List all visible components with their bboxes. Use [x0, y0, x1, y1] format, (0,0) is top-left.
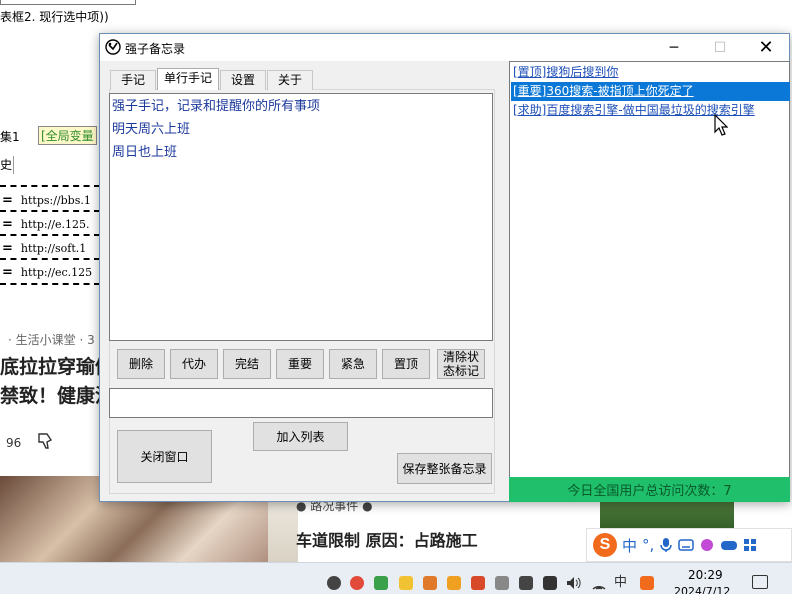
background-dash-line	[0, 283, 100, 307]
todo-button[interactable]: 代办	[170, 349, 218, 379]
gamepad-icon[interactable]	[720, 538, 738, 552]
ime-punct-toggle[interactable]: °,	[642, 536, 654, 554]
background-row: = http://soft.1	[2, 241, 87, 256]
background-news-meta: · 生活小课堂 · 3 天	[8, 333, 111, 347]
memo-window: 强子备忘录 ─ ☐ ✕ 手记 单行手记 设置 关于 强子手记，记录和提醒你的所有…	[99, 33, 790, 502]
tray-sogou-icon[interactable]	[640, 576, 654, 590]
clock-time[interactable]: 20:29	[688, 568, 723, 582]
add-to-list-button[interactable]: 加入列表	[253, 422, 348, 451]
background-news-headline: 禁致！健康活	[0, 385, 115, 407]
title-bar[interactable]: 强子备忘录 ─ ☐ ✕	[100, 34, 789, 61]
tray-usb-icon[interactable]	[543, 576, 557, 590]
microphone-icon[interactable]	[659, 537, 673, 553]
sogou-logo-icon[interactable]: S	[593, 533, 617, 557]
memo-line: 周日也上班	[112, 145, 178, 160]
minimize-button[interactable]: ─	[651, 34, 697, 61]
tray-qq-icon[interactable]	[423, 576, 437, 590]
background-news-headline: 车道限制 原因：占路施工	[296, 531, 478, 550]
list-item[interactable]: [置顶]搜狗后搜到你	[511, 63, 790, 82]
background-input-box	[0, 0, 136, 5]
tray-wechat-icon[interactable]	[374, 576, 388, 590]
volume-icon[interactable]	[566, 576, 582, 590]
tray-folder-icon[interactable]	[399, 576, 413, 590]
list-item[interactable]: [求助]百度搜索引擎-做中国最垃圾的搜索引擎	[511, 101, 790, 120]
tray-network-icon[interactable]	[495, 576, 509, 590]
tray-app-icon[interactable]	[327, 576, 341, 590]
skin-icon[interactable]	[699, 537, 715, 553]
memo-line: 明天周六上班	[112, 122, 191, 137]
background-row: = http://e.125.	[2, 217, 90, 232]
background-tab-2: [全局变量	[38, 126, 97, 145]
tab-about[interactable]: 关于	[267, 70, 313, 90]
tray-shield-icon[interactable]	[447, 576, 461, 590]
maximize-button[interactable]: ☐	[697, 34, 743, 61]
close-button[interactable]: ✕	[743, 34, 789, 61]
window-title: 强子备忘录	[125, 42, 186, 56]
delete-button[interactable]: 删除	[117, 349, 165, 379]
tray-record-icon[interactable]	[350, 576, 364, 590]
tab-single-line[interactable]: 单行手记	[157, 68, 219, 90]
status-bar: 今日全国用户总访问次数：7	[509, 477, 790, 502]
save-memo-button[interactable]: 保存整张备忘录	[397, 453, 492, 484]
clear-status-button[interactable]: 清除状 态标记	[437, 349, 485, 379]
memo-line: 强子手记，记录和提醒你的所有事项	[112, 99, 321, 114]
memo-list[interactable]: [置顶]搜狗后搜到你 [重要]360搜索-被指顶上你死定了 [求助]百度搜索引擎…	[509, 61, 790, 502]
app-logo-icon	[105, 39, 121, 55]
background-row: = https://bbs.1	[2, 193, 91, 208]
clock-date[interactable]: 2024/7/12	[674, 585, 730, 594]
memo-entry-input[interactable]	[109, 388, 493, 418]
background-news-headline: 底拉拉穿瑜伽	[0, 356, 115, 378]
pin-button[interactable]: 置顶	[382, 349, 430, 379]
background-field: 史	[0, 156, 14, 174]
keyboard-icon[interactable]	[678, 538, 695, 552]
wifi-icon[interactable]	[591, 576, 607, 590]
urgent-button[interactable]: 紧急	[329, 349, 377, 379]
mouse-cursor-icon	[714, 114, 728, 136]
ime-toolbar[interactable]: S 中 °,	[586, 528, 792, 562]
background-like-count: 96	[6, 436, 22, 450]
tray-media-icon[interactable]	[471, 576, 485, 590]
toolbox-icon[interactable]	[743, 538, 757, 552]
tray-ime-lang[interactable]: 中	[614, 571, 627, 590]
memo-textarea[interactable]: 强子手记，记录和提醒你的所有事项 明天周六上班 周日也上班	[109, 93, 493, 341]
list-item-selected[interactable]: [重要]360搜索-被指顶上你死定了	[511, 82, 790, 101]
notification-icon[interactable]	[752, 575, 768, 589]
background-row: = http://ec.125	[2, 265, 93, 280]
tray-security-icon[interactable]	[519, 576, 533, 590]
dislike-icon	[38, 433, 53, 449]
important-button[interactable]: 重要	[276, 349, 324, 379]
clear-status-label-1: 清除状	[442, 350, 479, 364]
tab-journal[interactable]: 手记	[110, 70, 156, 90]
tab-settings[interactable]: 设置	[220, 70, 266, 90]
close-window-button[interactable]: 关闭窗口	[117, 430, 212, 483]
background-code-text: 表框2. 现行选中项))	[0, 10, 109, 24]
clear-status-label-2: 态标记	[442, 364, 479, 378]
background-tab-1: 集1	[0, 130, 20, 144]
done-button[interactable]: 完结	[223, 349, 271, 379]
ime-lang-toggle[interactable]: 中	[622, 535, 637, 556]
